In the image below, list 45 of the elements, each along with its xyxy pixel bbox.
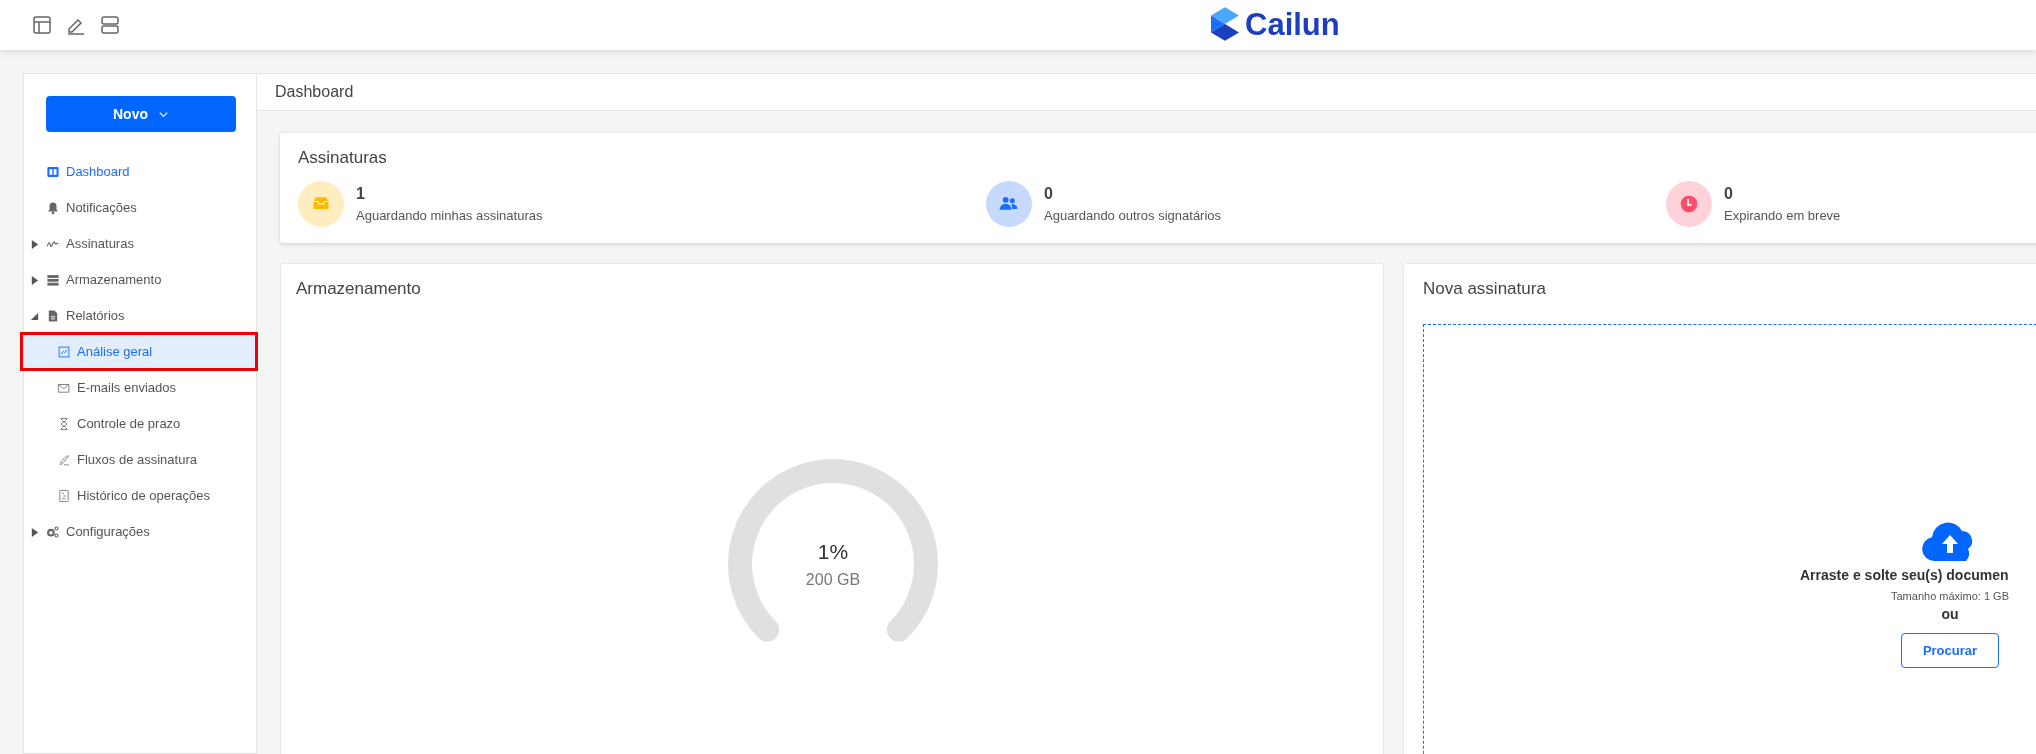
gears-icon: [46, 525, 60, 539]
logo-text: Cailun: [1245, 8, 1340, 40]
sidebar-item[interactable]: Assinaturas: [24, 226, 256, 262]
sidebar-subitem[interactable]: Histórico de operações: [24, 478, 256, 514]
layout-icon[interactable]: [32, 15, 52, 35]
gauge-capacity: 200 GB: [805, 569, 861, 590]
chart-icon: [57, 345, 71, 359]
drop-zone[interactable]: Arraste e solte seu(s) documen Tamanho máximo: 1 GB ou Procurar: [1423, 323, 2036, 754]
card-title: Armazenamento: [296, 278, 421, 300]
page-title: Dashboard: [275, 82, 354, 102]
caret-right-icon[interactable]: [30, 275, 39, 285]
card-title: Assinaturas: [298, 147, 387, 169]
sidebar-subitem[interactable]: E-mails enviados: [24, 370, 256, 406]
stat-count: 0: [1044, 183, 1053, 204]
drop-headline: Arraste e solte seu(s) documen: [1800, 565, 2009, 585]
caret-down-icon[interactable]: [30, 311, 39, 321]
sidebar-item[interactable]: Armazenamento: [24, 262, 256, 298]
sidebar-subitem[interactable]: Controle de prazo: [24, 406, 256, 442]
dashboard-icon: [46, 165, 60, 179]
max-size-text: Tamanho máximo: 1 GB: [1891, 588, 2009, 604]
card-title: Nova assinatura: [1423, 278, 1546, 300]
sidebar-item[interactable]: Configurações: [24, 514, 256, 550]
stat-label: Aguardando minhas assinaturas: [356, 206, 543, 225]
gauge-percent: 1%: [817, 539, 849, 566]
caret-right-icon[interactable]: [30, 239, 39, 249]
sidebar-item[interactable]: Notificações: [24, 190, 256, 226]
sidebar-item[interactable]: Relatórios: [24, 298, 256, 334]
new-button[interactable]: Novo: [46, 96, 236, 132]
storage-icon: [46, 273, 60, 287]
pen-icon: [57, 453, 71, 467]
server-icon[interactable]: [100, 15, 120, 35]
document-icon: [46, 309, 60, 323]
caret-right-icon[interactable]: [30, 527, 39, 537]
or-text: ou: [1941, 605, 1959, 624]
browse-button[interactable]: Procurar: [1901, 633, 1999, 668]
stat-count: 0: [1724, 183, 1733, 204]
logo-icon: [1211, 7, 1239, 41]
stat-label: Expirando em breve: [1724, 206, 1841, 225]
stat-label: Aguardando outros signatários: [1044, 206, 1222, 225]
bell-icon: [46, 201, 60, 215]
sidebar-item[interactable]: Dashboard: [24, 154, 256, 190]
list-icon: [57, 489, 71, 503]
mail-icon: [57, 381, 71, 395]
sidebar-subitem[interactable]: Fluxos de assinatura: [24, 442, 256, 478]
stat-count: 1: [356, 183, 365, 204]
